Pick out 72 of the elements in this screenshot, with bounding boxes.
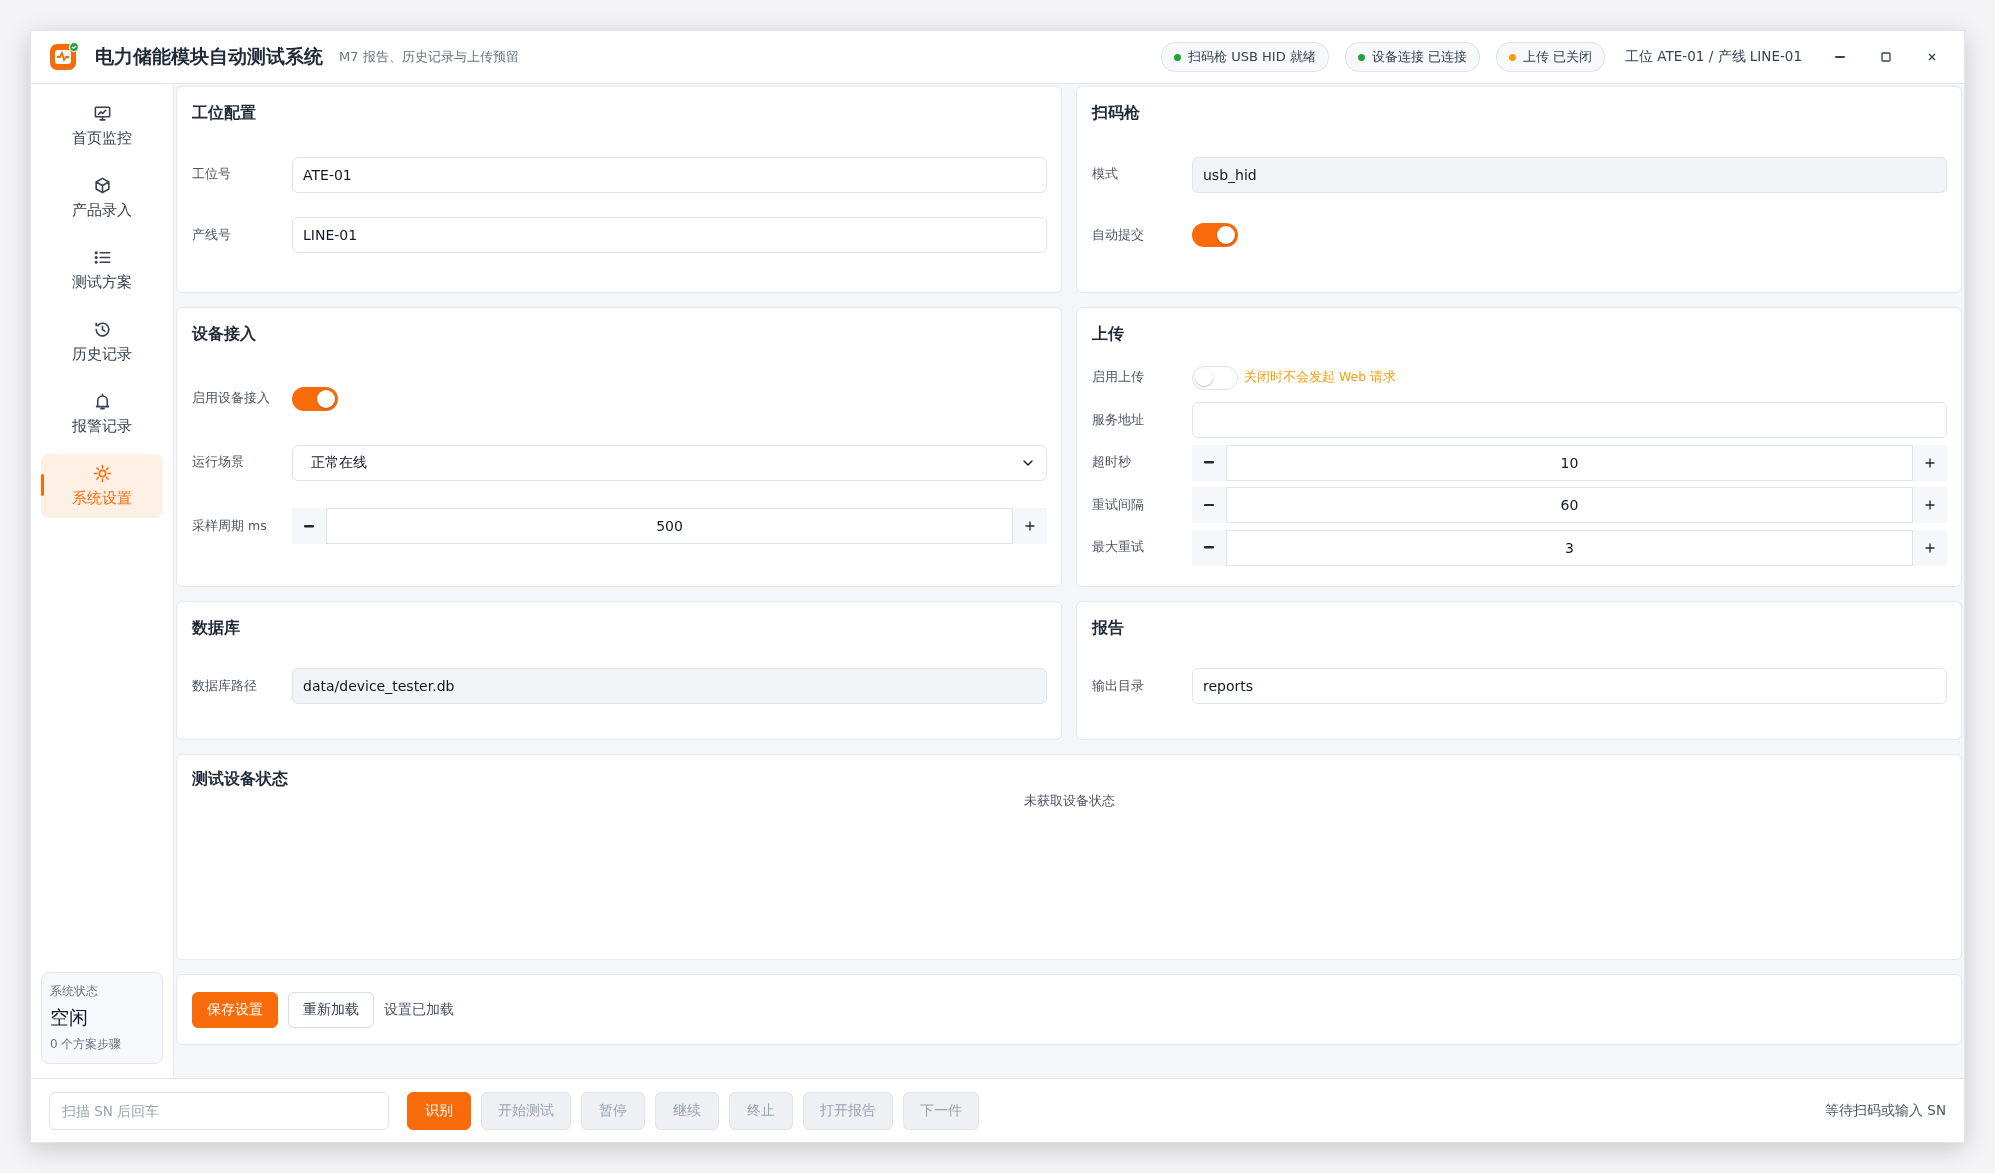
number-field[interactable]: 10 bbox=[1226, 444, 1913, 481]
status-detail: 0 个方案步骤 bbox=[50, 1036, 123, 1053]
number-field[interactable]: 60 bbox=[1226, 487, 1913, 523]
status-label: 系统状态 bbox=[50, 983, 99, 1000]
list-icon bbox=[92, 248, 112, 267]
minus-icon bbox=[304, 525, 314, 528]
field-label: 数据库路径 bbox=[192, 677, 258, 695]
number-field[interactable]: 3 bbox=[1226, 529, 1913, 566]
decrement-button[interactable] bbox=[292, 508, 326, 545]
increment-button[interactable] bbox=[1913, 529, 1947, 566]
app-logo-icon bbox=[49, 42, 79, 72]
card-title: 数据库 bbox=[192, 618, 241, 639]
toggle-switch[interactable] bbox=[292, 386, 338, 411]
field-label: 自动提交 bbox=[1092, 226, 1145, 244]
card-title: 上传 bbox=[1092, 324, 1125, 345]
minus-icon bbox=[1204, 461, 1214, 464]
field-label: 产线号 bbox=[192, 226, 232, 244]
status-pill: 上传 已关闭 bbox=[1495, 42, 1606, 72]
field-label: 超时秒 bbox=[1092, 454, 1132, 471]
select-field[interactable]: 正常在线 bbox=[292, 444, 1047, 481]
monitor-icon bbox=[92, 104, 112, 123]
status-message: 设置已加载 bbox=[384, 1000, 454, 1019]
status-value: 空闲 bbox=[50, 1005, 89, 1030]
empty-message: 未获取设备状态 bbox=[1023, 792, 1115, 810]
sidebar-item[interactable]: 历史记录 bbox=[41, 310, 163, 374]
field-label: 服务地址 bbox=[1092, 411, 1145, 429]
card-title: 报告 bbox=[1092, 618, 1125, 639]
field-label: 最大重试 bbox=[1092, 539, 1145, 556]
field-label: 采样周期 ms bbox=[192, 517, 268, 535]
station-label: 工位 ATE-01 / 产线 LINE-01 bbox=[1625, 48, 1802, 66]
field-label: 重试间隔 bbox=[1092, 496, 1145, 514]
hint-text: 关闭时不会发起 Web 请求 bbox=[1244, 369, 1397, 386]
toggle-switch[interactable] bbox=[1192, 365, 1238, 390]
input-field[interactable]: ATE-01 bbox=[292, 156, 1047, 193]
field-label: 启用设备接入 bbox=[192, 390, 271, 408]
increment-button[interactable] bbox=[1913, 444, 1947, 481]
minus-icon bbox=[1204, 503, 1214, 507]
field-label: 工位号 bbox=[192, 166, 232, 184]
number-field[interactable]: 500 bbox=[326, 508, 1013, 545]
sun-icon bbox=[92, 464, 112, 483]
toggle-switch[interactable] bbox=[1192, 223, 1238, 248]
field-label: 模式 bbox=[1092, 166, 1119, 184]
app-subtitle: M7 报告、历史记录与上传预留 bbox=[339, 48, 519, 66]
card-title: 测试设备状态 bbox=[192, 769, 289, 790]
minus-icon bbox=[1204, 546, 1214, 549]
sidebar-item[interactable]: 测试方案 bbox=[41, 238, 163, 302]
maximize-icon bbox=[1878, 49, 1894, 65]
field-label: 运行场景 bbox=[192, 454, 245, 471]
field-label: 启用上传 bbox=[1092, 369, 1145, 386]
sidebar-item[interactable]: 报警记录 bbox=[41, 382, 163, 446]
input-field[interactable]: reports bbox=[1192, 668, 1947, 704]
cube-icon bbox=[92, 176, 112, 195]
reload-button[interactable]: 重新加载 bbox=[288, 991, 374, 1028]
decrement-button[interactable] bbox=[1192, 444, 1226, 481]
field-label: 输出目录 bbox=[1092, 677, 1145, 695]
increment-button[interactable] bbox=[1913, 487, 1947, 523]
sidebar-item[interactable]: 首页监控 bbox=[41, 94, 163, 158]
card-title: 扫码枪 bbox=[1092, 103, 1141, 124]
app-title: 电力储能模块自动测试系统 bbox=[95, 44, 323, 69]
card-title: 设备接入 bbox=[192, 324, 257, 345]
increment-button[interactable] bbox=[1013, 508, 1047, 545]
card-title: 工位配置 bbox=[192, 103, 257, 124]
status-text: 等待扫码或输入 SN bbox=[1825, 1101, 1946, 1120]
status-pill: 扫码枪 USB HID 就绪 bbox=[1161, 42, 1329, 72]
minimize-icon bbox=[1835, 56, 1845, 58]
sidebar-item[interactable]: 产品录入 bbox=[41, 166, 163, 230]
input-field[interactable] bbox=[1192, 402, 1947, 438]
sn-input-field[interactable]: 扫描 SN 后回车 bbox=[49, 1091, 389, 1130]
status-pill: 设备连接 已连接 bbox=[1344, 42, 1480, 72]
decrement-button[interactable] bbox=[1192, 529, 1226, 566]
clock-icon bbox=[92, 320, 112, 339]
input-field[interactable]: LINE-01 bbox=[292, 217, 1047, 254]
